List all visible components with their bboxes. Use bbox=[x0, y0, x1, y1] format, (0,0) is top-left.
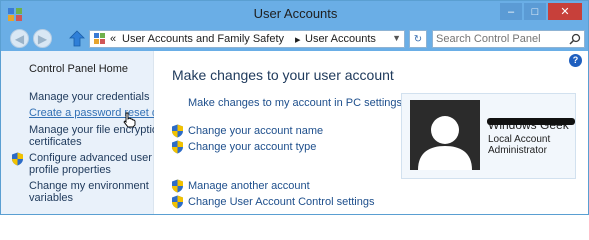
account-type: Local Account bbox=[488, 134, 551, 145]
forward-button[interactable]: ▶ bbox=[33, 29, 52, 48]
uac-shield-icon bbox=[172, 124, 183, 138]
uac-shield-icon bbox=[172, 195, 183, 209]
up-icon[interactable] bbox=[69, 30, 85, 47]
help-icon[interactable]: ? bbox=[569, 54, 582, 67]
address-overflow[interactable]: « bbox=[110, 33, 116, 45]
refresh-icon: ↻ bbox=[413, 33, 423, 45]
refresh-button[interactable]: ↻ bbox=[409, 30, 427, 48]
link-change-account-type[interactable]: Change your account type bbox=[188, 141, 316, 153]
sidebar-manage-credentials[interactable]: Manage your credentials bbox=[29, 91, 149, 103]
breadcrumb-user-accounts-family-safety[interactable]: User Accounts and Family Safety bbox=[122, 33, 284, 45]
search-icon[interactable] bbox=[569, 33, 581, 45]
sidebar-manage-file-encryption-line2[interactable]: certificates bbox=[29, 136, 82, 148]
breadcrumb-user-accounts[interactable]: User Accounts bbox=[305, 33, 376, 45]
user-accounts-window: User Accounts – □ ✕ ◀ ▶ « User Accounts … bbox=[0, 0, 589, 215]
sidebar-control-panel-home[interactable]: Control Panel Home bbox=[29, 63, 128, 75]
caption-buttons: – □ ✕ bbox=[500, 3, 582, 20]
link-change-uac-settings[interactable]: Change User Account Control settings bbox=[188, 196, 375, 208]
sidebar-change-environment-variables[interactable]: Change my environment bbox=[29, 180, 149, 192]
sidebar-configure-advanced-user-profile-line2[interactable]: profile properties bbox=[29, 164, 111, 176]
minimize-button[interactable]: – bbox=[500, 3, 522, 20]
uac-shield-icon bbox=[172, 140, 183, 154]
folder-icon bbox=[94, 33, 105, 44]
sidebar-configure-advanced-user-profile[interactable]: Configure advanced user bbox=[29, 152, 152, 164]
sidebar-manage-file-encryption[interactable]: Manage your file encryption bbox=[29, 124, 164, 136]
sidebar-change-environment-variables-line2[interactable]: variables bbox=[29, 192, 73, 204]
link-change-account-name[interactable]: Change your account name bbox=[188, 125, 323, 137]
chevron-down-icon[interactable]: ▼ bbox=[392, 33, 401, 43]
avatar bbox=[410, 100, 480, 170]
close-icon: ✕ bbox=[560, 6, 570, 18]
back-icon: ◀ bbox=[14, 31, 25, 46]
title-bar: User Accounts – □ ✕ bbox=[1, 1, 588, 27]
close-button[interactable]: ✕ bbox=[548, 3, 582, 20]
link-pc-settings[interactable]: Make changes to my account in PC setting… bbox=[188, 97, 402, 109]
page-title: Make changes to your user account bbox=[172, 67, 394, 83]
minimize-icon: – bbox=[507, 5, 515, 18]
account-card: Windows Geek Local Account Administrator bbox=[401, 93, 576, 179]
link-manage-another-account[interactable]: Manage another account bbox=[188, 180, 310, 192]
account-role: Administrator bbox=[488, 145, 547, 156]
sidebar: Control Panel Home Manage your credentia… bbox=[1, 51, 171, 214]
address-bar[interactable]: « User Accounts and Family Safety ▸ User… bbox=[89, 30, 405, 48]
breadcrumb-separator: ▸ bbox=[295, 34, 301, 46]
user-silhouette-icon bbox=[410, 100, 480, 170]
search-input[interactable] bbox=[436, 32, 564, 46]
account-name-redaction bbox=[487, 118, 575, 125]
sidebar-create-password-reset-disk[interactable]: Create a password reset disk bbox=[29, 107, 171, 119]
search-box bbox=[432, 30, 585, 48]
uac-shield-icon bbox=[12, 152, 23, 166]
navigation-bar: ◀ ▶ « User Accounts and Family Safety ▸ … bbox=[1, 27, 588, 51]
uac-shield-icon bbox=[172, 179, 183, 193]
maximize-icon: □ bbox=[531, 5, 539, 18]
main-content: ? Make changes to your user account Make… bbox=[154, 51, 588, 214]
back-button[interactable]: ◀ bbox=[10, 29, 29, 48]
forward-icon: ▶ bbox=[37, 31, 48, 46]
maximize-button[interactable]: □ bbox=[524, 3, 546, 20]
